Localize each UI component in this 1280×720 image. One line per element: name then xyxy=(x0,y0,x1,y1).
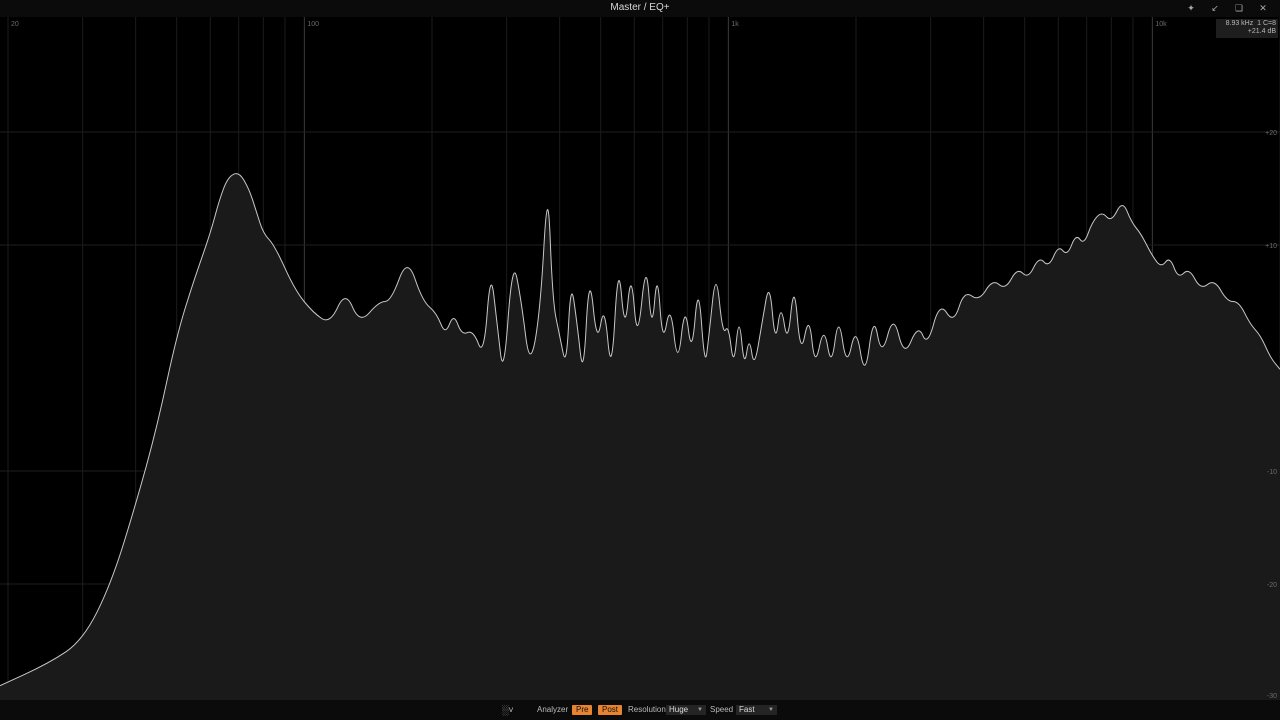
bottom-toolbar: ░˅ Analyzer Pre Post Resolution Huge ▼ S… xyxy=(0,700,1280,720)
resolution-label: Resolution xyxy=(628,705,666,714)
restore-icon[interactable]: ❏ xyxy=(1232,2,1246,14)
x-tick-label: 20 xyxy=(11,21,19,28)
chevron-down-icon: ▼ xyxy=(768,707,774,713)
y-tick-label: -10 xyxy=(1267,469,1277,476)
chevron-down-icon: ▼ xyxy=(697,707,703,713)
y-tick-label: -30 xyxy=(1267,693,1277,700)
spectrum-fill xyxy=(0,173,1280,700)
y-tick-label: +20 xyxy=(1265,130,1277,137)
y-tick-label: -20 xyxy=(1267,582,1277,589)
analyzer-label: Analyzer xyxy=(537,705,569,714)
readout-gain: +21.4 dB xyxy=(1247,28,1276,35)
y-tick-label: +10 xyxy=(1265,243,1277,250)
collapse-icon[interactable]: ↙ xyxy=(1208,2,1222,14)
pre-button[interactable]: Pre xyxy=(572,705,593,715)
resolution-dropdown[interactable]: Huge ▼ xyxy=(666,705,706,715)
x-tick-label: 100 xyxy=(307,21,319,28)
spectrum-display[interactable]: +20 +10 -10 -20 -30 20 100 1k 10k xyxy=(0,17,1280,700)
cursor-readout: 8.93 kHz 1 C=8 +21.4 dB xyxy=(1216,19,1278,38)
speed-value: Fast xyxy=(739,705,755,714)
readout-channel: 1 C=8 xyxy=(1257,20,1276,27)
x-tick-label: 1k xyxy=(731,21,739,28)
speed-dropdown[interactable]: Fast ▼ xyxy=(736,705,777,715)
title-bar: Master / EQ+ ✦ ↙ ❏ ✕ xyxy=(0,0,1280,17)
resolution-value: Huge xyxy=(669,705,689,714)
analyzer-icon[interactable]: ░˅ xyxy=(502,705,514,715)
pin-icon[interactable]: ✦ xyxy=(1184,2,1198,14)
post-button[interactable]: Post xyxy=(598,705,623,715)
x-tick-label: 10k xyxy=(1155,21,1167,28)
speed-label: Speed xyxy=(710,705,734,714)
close-icon[interactable]: ✕ xyxy=(1256,2,1270,14)
readout-frequency: 8.93 kHz xyxy=(1225,20,1254,27)
window-title: Master / EQ+ xyxy=(610,2,670,13)
